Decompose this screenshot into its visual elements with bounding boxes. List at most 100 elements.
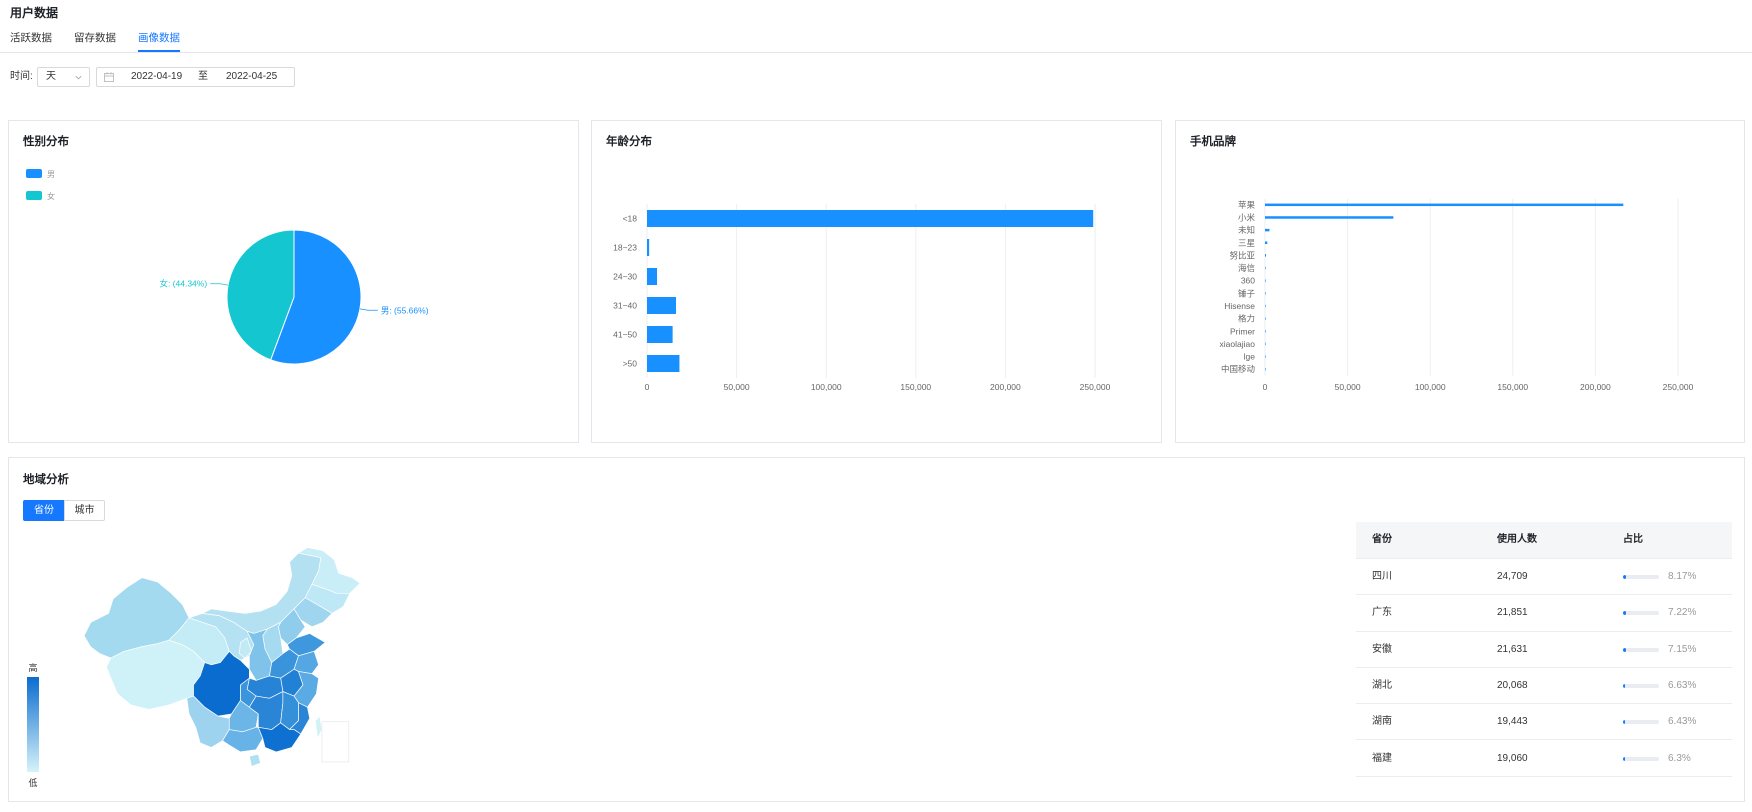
share-progress-fill: [1623, 720, 1626, 725]
tab-profile-data[interactable]: 画像数据: [138, 30, 180, 52]
bar[interactable]: [1265, 304, 1266, 308]
province-cell: 广东: [1372, 607, 1392, 619]
end-date-input[interactable]: 2022-04-25: [226, 68, 277, 86]
x-tick-label: 200,000: [990, 382, 1021, 392]
share-cell: 7.15%: [1668, 643, 1697, 655]
toggle-province-button[interactable]: 省份: [23, 500, 65, 521]
share-progress-fill: [1623, 611, 1626, 616]
gender-card-title: 性别分布: [23, 136, 69, 148]
share-progress-fill: [1623, 575, 1626, 579]
category-label: 小米: [1238, 212, 1256, 222]
x-tick-label: 150,000: [1497, 382, 1528, 392]
granularity-select[interactable]: 天: [37, 67, 90, 87]
bar[interactable]: [1265, 228, 1270, 232]
chevron-down-icon: [75, 75, 82, 80]
bar[interactable]: [1265, 330, 1266, 333]
x-tick-label: 50,000: [1335, 382, 1361, 392]
share-progress-fill: [1623, 647, 1626, 652]
share-progress-bar: [1623, 720, 1659, 725]
category-label: xiaolajiao: [1220, 339, 1256, 349]
age-distribution-card: 0 50,000 100,000 150,000 200,000 250,000 <18 18…: [591, 120, 1162, 443]
bar[interactable]: [1265, 203, 1624, 207]
map-legend-low-label: 低: [28, 778, 38, 788]
table-row[interactable]: 安徽 21,631 7.15%: [1356, 632, 1732, 668]
date-range-picker[interactable]: 2022-04-19 至 2022-04-25: [96, 67, 295, 87]
x-tick-label: 0: [645, 382, 650, 392]
category-label: >50: [623, 359, 638, 369]
category-label: 24~30: [613, 272, 637, 282]
category-label: Primer: [1230, 326, 1255, 336]
phone-brand-bar-chart: 0 50,000 100,000 150,000 200,000 250,000 苹果小米未…: [1220, 198, 1694, 392]
category-label: <18: [623, 214, 638, 224]
region-card-title: 地域分析: [23, 474, 69, 486]
table-header: 省份 使用人数 占比: [1356, 522, 1732, 559]
bar[interactable]: [647, 297, 677, 314]
calendar-icon: [104, 72, 114, 82]
table-row[interactable]: 湖北 20,068 6.63%: [1356, 668, 1732, 705]
column-header-share: 占比: [1623, 534, 1643, 545]
bar[interactable]: [1265, 292, 1266, 295]
tab-retention-data[interactable]: 留存数据: [74, 30, 116, 52]
pie-leader-line: [210, 283, 229, 286]
bar[interactable]: [647, 210, 1094, 227]
bar[interactable]: [1265, 342, 1266, 346]
bar[interactable]: [647, 326, 673, 343]
bar[interactable]: [1265, 216, 1394, 219]
pie-leader-line: [359, 308, 378, 311]
category-label: 苹果: [1238, 200, 1256, 210]
map-legend-gradient[interactable]: [27, 677, 39, 772]
phone-brand-card: 0 50,000 100,000 150,000 200,000 250,000 苹果 小米未…: [1175, 120, 1745, 443]
share-progress-bar: [1623, 683, 1659, 688]
x-tick-label: 0: [1263, 382, 1268, 392]
bar[interactable]: [1265, 266, 1266, 270]
province-cell: 湖北: [1372, 679, 1392, 691]
category-label: Hisense: [1224, 301, 1255, 311]
tab-active-data[interactable]: 活跃数据: [10, 30, 52, 52]
share-progress-bar: [1623, 575, 1659, 579]
toggle-city-button[interactable]: 城市: [64, 500, 105, 521]
legend-swatch[interactable]: [26, 191, 42, 200]
bar[interactable]: [647, 239, 650, 256]
map-region-hainan[interactable]: [249, 753, 261, 767]
bar[interactable]: [1265, 241, 1268, 245]
south-china-sea-inset: [321, 721, 350, 763]
users-cell: 21,851: [1497, 607, 1528, 619]
bar[interactable]: [1265, 317, 1266, 320]
share-progress-fill: [1623, 683, 1626, 688]
category-label: 努比亚: [1229, 250, 1255, 260]
users-cell: 20,068: [1497, 679, 1528, 691]
bar[interactable]: [647, 355, 680, 372]
table-row[interactable]: 广东 21,851 7.22%: [1356, 595, 1732, 632]
category-label: 360: [1241, 276, 1255, 286]
bar[interactable]: [647, 268, 658, 285]
category-label: 三星: [1238, 238, 1255, 248]
bar[interactable]: [1265, 279, 1266, 282]
age-bar-chart: 0 50,000 100,000 150,000 200,000 250,000 <18 18…: [613, 204, 1111, 392]
bar[interactable]: [1265, 254, 1266, 257]
province-cell: 安徽: [1372, 643, 1392, 655]
start-date-input[interactable]: 2022-04-19: [131, 68, 182, 86]
region-analysis-card: 地域分析 省份 城市 高 低 省份 使用人数 占比 四川 24,709 8.17…: [8, 457, 1745, 802]
legend-label[interactable]: 男: [47, 170, 55, 179]
share-cell: 8.17%: [1668, 571, 1697, 582]
time-filter-label: 时间:: [10, 71, 33, 82]
category-label: 中国移动: [1221, 364, 1256, 374]
users-cell: 19,443: [1497, 716, 1528, 728]
gender-distribution-card: 男: (55.66%) 女: (44.34%) 男女 性别分布: [8, 120, 579, 443]
table-row[interactable]: 福建 19,060 6.3%: [1356, 741, 1732, 777]
province-usage-table: 省份 使用人数 占比 四川 24,709 8.17% 广东 21,851 7.22% 安徽 2…: [1356, 522, 1732, 794]
age-card-title: 年龄分布: [606, 136, 652, 148]
map-region-taiwan[interactable]: [314, 715, 323, 739]
province-cell: 四川: [1372, 571, 1392, 582]
bar[interactable]: [1265, 355, 1266, 358]
share-cell: 7.22%: [1668, 607, 1697, 619]
legend-swatch[interactable]: [26, 169, 42, 178]
bar[interactable]: [1265, 367, 1266, 371]
map-legend-high-label: 高: [28, 663, 38, 673]
legend-label[interactable]: 女: [47, 191, 55, 201]
x-tick-label: 50,000: [724, 382, 750, 392]
pie-data-label: 男: (55.66%): [381, 305, 429, 315]
table-row[interactable]: 四川 24,709 8.17%: [1356, 559, 1732, 596]
table-row[interactable]: 湖南 19,443 6.43%: [1356, 704, 1732, 741]
x-tick-label: 250,000: [1080, 382, 1111, 392]
